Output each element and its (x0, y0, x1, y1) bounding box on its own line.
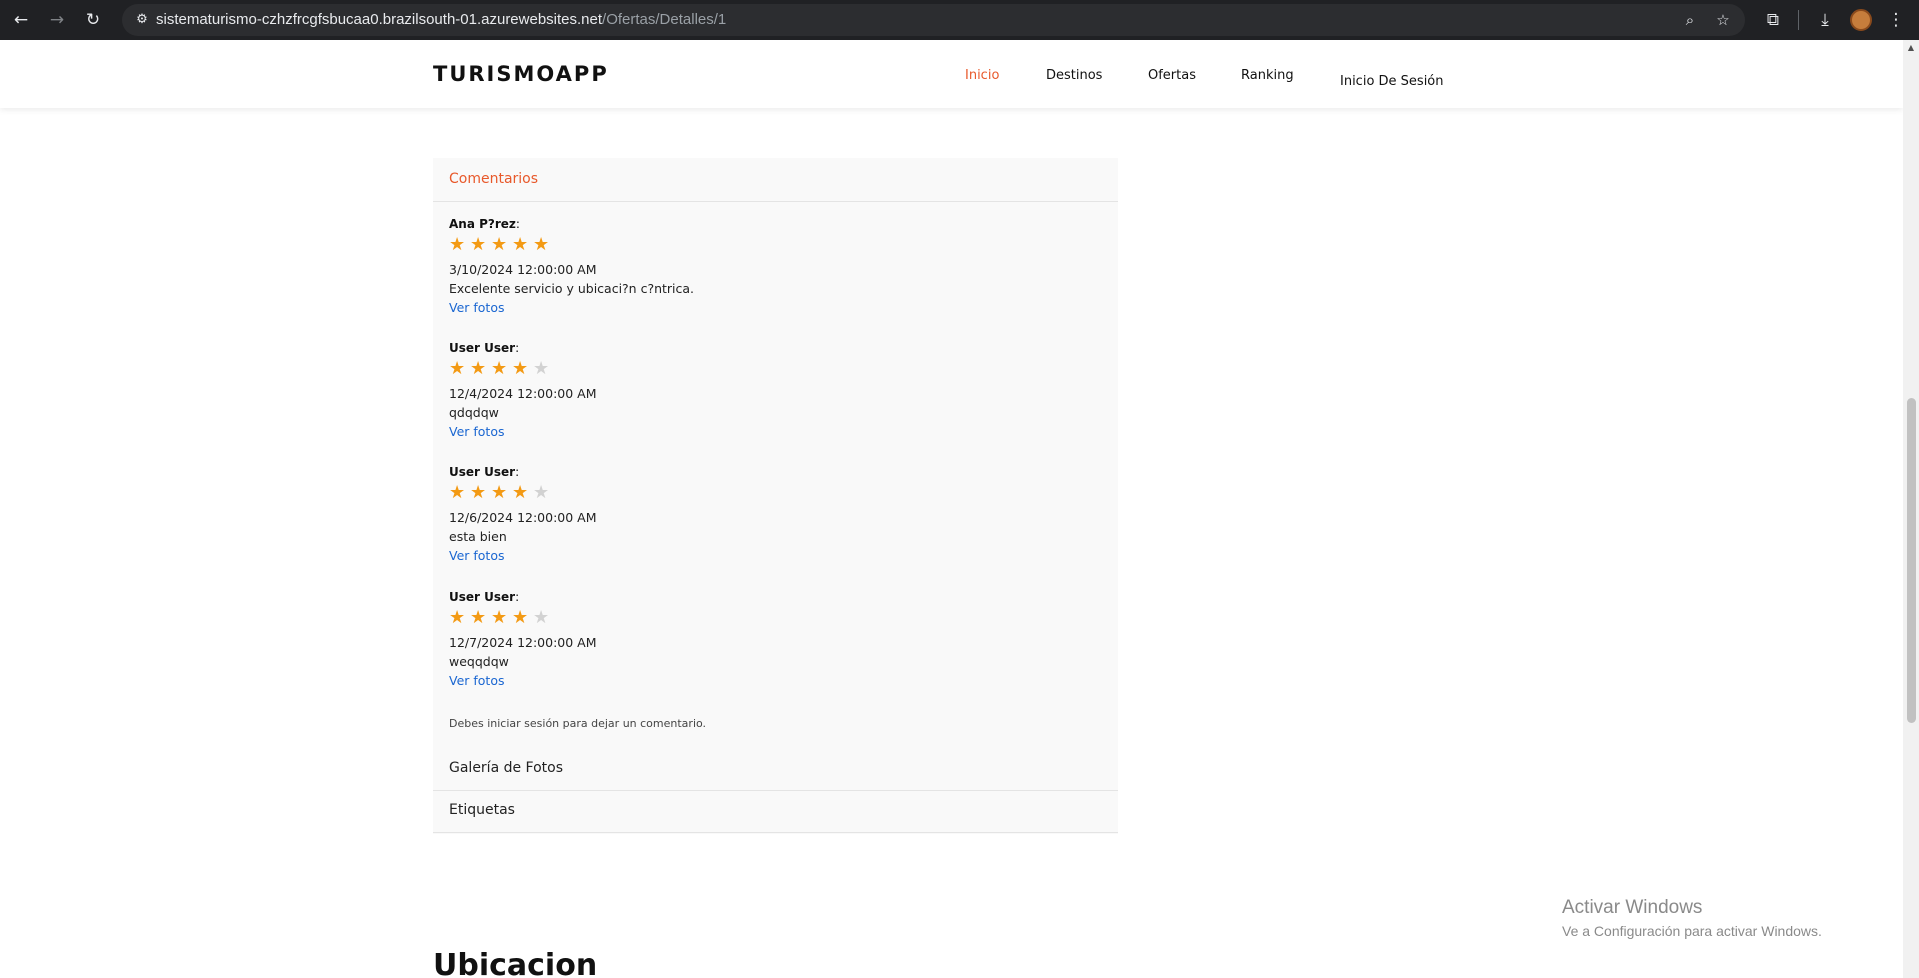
comment-author: User User: (449, 465, 520, 479)
star-filled-icon: ★ (491, 482, 508, 503)
reload-icon[interactable]: ↻ (81, 8, 105, 32)
star-filled-icon: ★ (449, 482, 466, 503)
bookmark-star-icon[interactable]: ☆ (1713, 10, 1733, 30)
nav-link-ranking[interactable]: Ranking (1241, 68, 1294, 83)
scrollbar-thumb[interactable] (1907, 398, 1916, 723)
star-filled-icon: ★ (512, 234, 529, 255)
star-filled-icon: ★ (470, 482, 487, 503)
comments-title: Comentarios (449, 171, 539, 187)
login-required-note: Debes iniciar sesión para dejar un comen… (449, 717, 707, 730)
tags-section[interactable]: Etiquetas (433, 791, 1118, 833)
star-filled-icon: ★ (491, 234, 508, 255)
comment-date: 12/6/2024 12:00:00 AM (449, 510, 597, 525)
watermark-subtitle: Ve a Configuración para activar Windows. (1562, 923, 1822, 939)
comment-date: 12/4/2024 12:00:00 AM (449, 386, 597, 401)
photo-gallery-title: Galería de Fotos (449, 760, 564, 776)
star-filled-icon: ★ (512, 607, 529, 628)
star-rating: ★ ★ ★ ★ ★ (449, 235, 554, 255)
star-filled-icon: ★ (470, 234, 487, 255)
nav-link-login[interactable]: Inicio De Sesión (1340, 74, 1444, 89)
star-filled-icon: ★ (470, 358, 487, 379)
star-rating: ★ ★ ★ ★ ★ (449, 608, 554, 628)
comment-text: qdqdqw (449, 405, 499, 420)
url-text[interactable]: sistematurismo-czhzfrcgfsbucaa0.brazilso… (156, 11, 726, 28)
star-filled-icon: ★ (491, 358, 508, 379)
brand-logo[interactable]: TURISMOAPP (433, 62, 609, 86)
comments-panel: Comentarios Ana P?rez: ★ ★ ★ ★ ★ 3/10/2024 1… (433, 158, 1118, 834)
comment-author: User User: (449, 341, 520, 355)
download-icon[interactable]: ⤓ (1813, 8, 1837, 32)
star-empty-icon: ★ (533, 358, 550, 379)
star-filled-icon: ★ (449, 234, 466, 255)
site-info-icon[interactable]: ⚙ (132, 10, 152, 30)
page-viewport: TURISMOAPP Inicio Destinos Ofertas Ranki… (0, 40, 1903, 978)
star-filled-icon: ★ (512, 482, 529, 503)
star-filled-icon: ★ (470, 607, 487, 628)
star-empty-icon: ★ (533, 607, 550, 628)
star-filled-icon: ★ (533, 234, 550, 255)
nav-link-ofertas[interactable]: Ofertas (1148, 68, 1196, 83)
comment-text: Excelente servicio y ubicaci?n c?ntrica. (449, 281, 695, 296)
zoom-icon[interactable]: ⌕ (1680, 10, 1700, 30)
comment-date: 3/10/2024 12:00:00 AM (449, 262, 597, 277)
comments-header[interactable]: Comentarios (433, 158, 1118, 202)
nav-link-destinos[interactable]: Destinos (1046, 68, 1102, 83)
profile-avatar[interactable] (1850, 9, 1872, 31)
browser-toolbar: ← → ↻ ⚙ sistematurismo-czhzfrcgfsbucaa0.… (0, 0, 1919, 40)
star-filled-icon: ★ (512, 358, 529, 379)
tags-title: Etiquetas (449, 802, 515, 818)
comment-date: 12/7/2024 12:00:00 AM (449, 635, 597, 650)
comment-text: weqqdqw (449, 654, 509, 669)
comment-author: User User: (449, 590, 520, 604)
url-path: /Ofertas/Detalles/1 (602, 11, 727, 28)
photo-gallery-section[interactable]: Galería de Fotos (433, 749, 1118, 791)
back-arrow-icon[interactable]: ← (9, 8, 33, 32)
comment-author: Ana P?rez: (449, 217, 520, 231)
windows-activation-watermark: Activar Windows Ve a Configuración para … (1562, 897, 1822, 939)
scroll-up-arrow-icon[interactable]: ▲ (1907, 44, 1915, 52)
star-filled-icon: ★ (449, 358, 466, 379)
star-rating: ★ ★ ★ ★ ★ (449, 483, 554, 503)
star-filled-icon: ★ (449, 607, 466, 628)
address-bar[interactable]: ⚙ sistematurismo-czhzfrcgfsbucaa0.brazil… (122, 4, 1745, 36)
view-photos-link[interactable]: Ver fotos (449, 300, 505, 315)
view-photos-link[interactable]: Ver fotos (449, 548, 505, 563)
star-filled-icon: ★ (491, 607, 508, 628)
nav-link-inicio[interactable]: Inicio (965, 68, 999, 83)
star-empty-icon: ★ (533, 482, 550, 503)
site-navbar: TURISMOAPP Inicio Destinos Ofertas Ranki… (0, 40, 1903, 108)
watermark-title: Activar Windows (1562, 897, 1703, 918)
url-host: sistematurismo-czhzfrcgfsbucaa0.brazilso… (156, 11, 603, 28)
star-rating: ★ ★ ★ ★ ★ (449, 359, 554, 379)
view-photos-link[interactable]: Ver fotos (449, 673, 505, 688)
toolbar-divider (1798, 10, 1799, 30)
menu-icon[interactable]: ⋮ (1884, 8, 1908, 32)
extensions-icon[interactable]: ⧉ (1761, 8, 1785, 32)
page-scrollbar[interactable]: ▲ (1903, 40, 1919, 978)
forward-arrow-icon[interactable]: → (45, 8, 69, 32)
view-photos-link[interactable]: Ver fotos (449, 424, 505, 439)
comment-text: esta bien (449, 529, 507, 544)
location-heading: Ubicacion (433, 948, 598, 978)
